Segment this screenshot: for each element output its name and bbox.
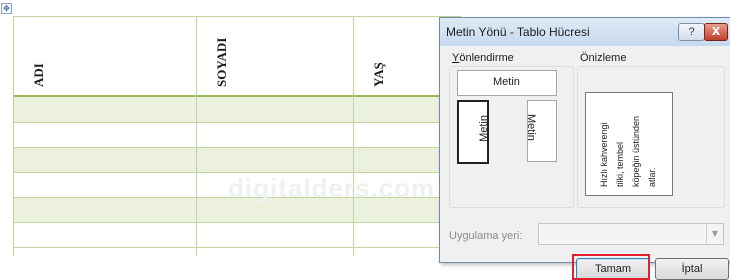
preview-sample: Hızlı kahverengi tilki, tembel köpeğin ü…	[585, 92, 673, 196]
watermark: digitalders.com	[228, 173, 436, 203]
apply-to-label: Uygulama yeri:	[449, 230, 523, 242]
orientation-vertical-down-option[interactable]: Metin	[525, 100, 557, 162]
header-label: YAŞ	[371, 62, 386, 87]
table-row-band	[13, 97, 461, 122]
ok-button[interactable]: Tamam	[576, 258, 650, 280]
table-row-line	[13, 247, 461, 248]
apply-to-select[interactable]: ▼	[538, 223, 724, 245]
table-row-band	[13, 147, 461, 172]
header-cell-soyadi[interactable]: SOYADI	[196, 16, 353, 95]
orientation-vertical-up-option[interactable]: Metin	[457, 100, 490, 164]
table-row-line	[13, 222, 461, 223]
table-row-line	[13, 122, 461, 123]
chevron-down-icon[interactable]: ▼	[706, 224, 723, 244]
dialog-body: Yönlendirme Metin Metin Metin Önizleme H…	[444, 46, 729, 280]
header-label: SOYADI	[214, 37, 229, 87]
preview-line: köpeğin üstünden	[631, 115, 641, 187]
help-button[interactable]: ?	[678, 23, 705, 41]
orientation-option-label: Metin	[493, 76, 520, 88]
dialog-title: Metin Yönü - Tablo Hücresi	[446, 25, 590, 39]
preview-line: tilki, tembel	[615, 141, 625, 187]
preview-line: atlar.	[647, 167, 657, 187]
document-table: ADI SOYADI YAŞ	[13, 16, 461, 256]
preview-label: Önizleme	[580, 52, 627, 64]
close-button[interactable]: X	[704, 23, 728, 41]
table-header-border	[13, 95, 461, 97]
header-label: ADI	[31, 63, 46, 87]
orientation-option-label: Metin	[525, 114, 537, 141]
orientation-horizontal-option[interactable]: Metin	[457, 70, 557, 96]
text-direction-dialog: Metin Yönü - Tablo Hücresi ? X Yönlendir…	[439, 17, 730, 280]
dialog-titlebar[interactable]: Metin Yönü - Tablo Hücresi ? X	[440, 18, 730, 46]
cancel-button[interactable]: İptal	[655, 258, 729, 280]
table-move-handle-icon[interactable]: ✥	[1, 3, 12, 14]
preview-line: Hızlı kahverengi	[599, 122, 609, 187]
orientation-option-label: Metin	[478, 115, 490, 142]
header-cell-adi[interactable]: ADI	[13, 16, 196, 95]
table-row-line	[13, 147, 461, 148]
orientation-label: Yönlendirme	[452, 52, 514, 64]
